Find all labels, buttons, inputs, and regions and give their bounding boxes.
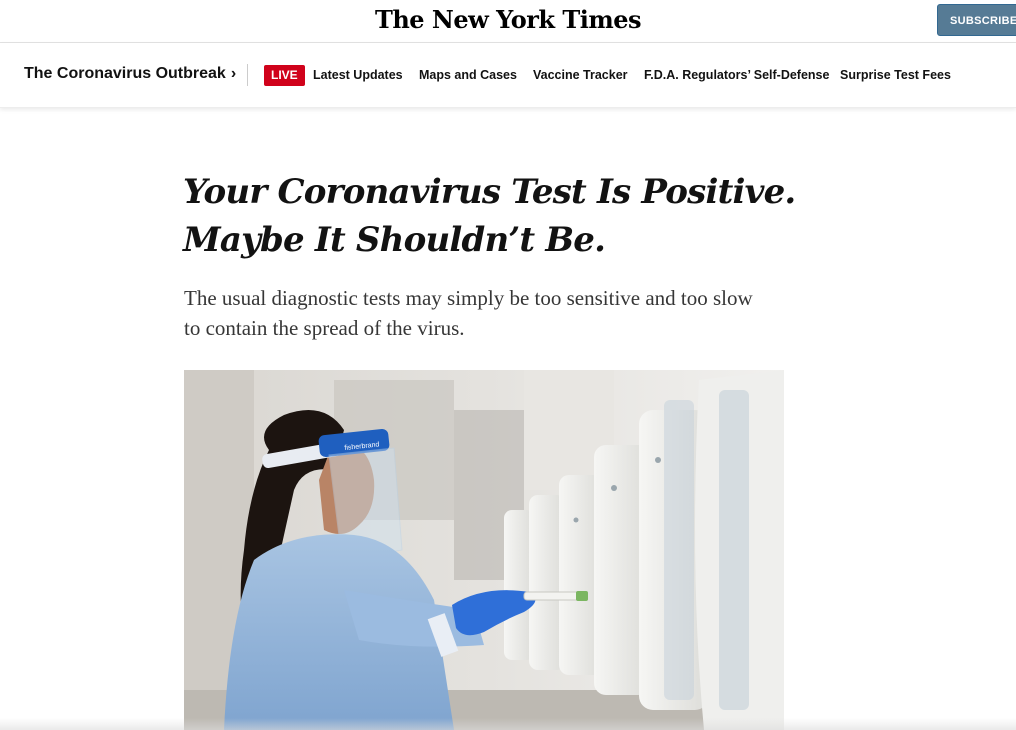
nav-divider [247,64,248,86]
nav-link-surprise-test-fees[interactable]: Surprise Test Fees [840,68,951,82]
nav-link-maps-and-cases[interactable]: Maps and Cases [419,68,517,82]
live-badge[interactable]: LIVE [264,65,305,86]
section-nav: The Coronavirus Outbreak › LIVE Latest Up… [0,43,1016,108]
nav-link-fda-regulators[interactable]: F.D.A. Regulators’ Self-Defense [644,68,829,82]
nav-link-vaccine-tracker[interactable]: Vaccine Tracker [533,68,628,82]
article-summary: The usual diagnostic tests may simply be… [184,286,753,340]
article-headline: Your Coronavirus Test Is Positive. Maybe… [183,172,796,260]
subscribe-button[interactable]: SUBSCRIBE [937,4,1016,36]
section-title-label: The Coronavirus Outbreak [24,65,226,82]
nyt-logo[interactable]: The New York Times [0,5,1016,34]
nav-link-latest-updates[interactable]: Latest Updates [313,68,403,82]
chevron-right-icon: › [230,65,237,82]
masthead: The New York Times SUBSCRIBE [0,0,1016,43]
lead-photo: fisherbrand [184,370,784,730]
section-title-link[interactable]: The Coronavirus Outbreak › [24,65,236,83]
lab-technician-illustration: fisherbrand [184,370,784,730]
scroll-fade [0,718,1016,730]
